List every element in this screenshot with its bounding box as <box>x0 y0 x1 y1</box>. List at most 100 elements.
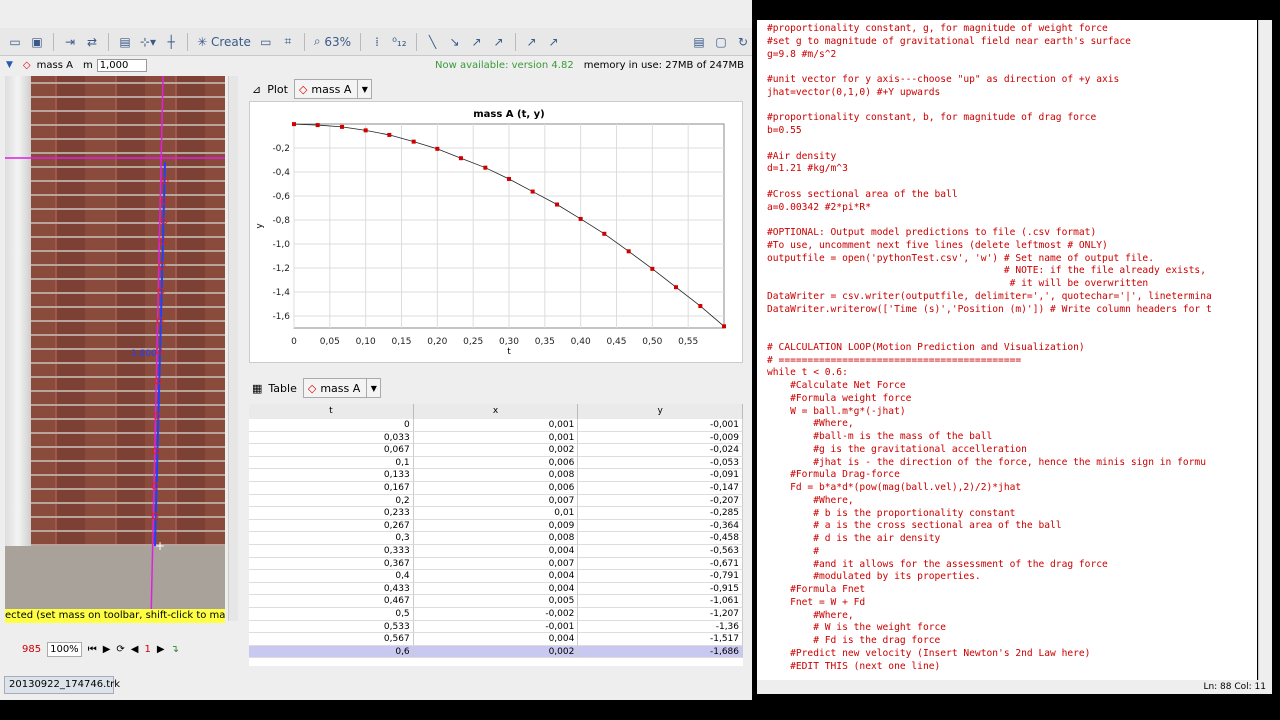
editor-scrollbar[interactable] <box>1258 20 1272 680</box>
code-line[interactable]: #g is the gravitational accelleration <box>767 444 1257 457</box>
table-row[interactable]: 0,567 0,004 -1,517 <box>249 633 743 646</box>
plot-track-selector[interactable]: ◇ mass A ▼ <box>293 79 373 99</box>
position-icon[interactable]: ↘ <box>446 32 464 52</box>
table-cell-y[interactable]: -0,091 <box>578 469 743 482</box>
table-cell-y[interactable]: -0,147 <box>578 481 743 495</box>
table-row[interactable]: 0,3 0,008 -0,458 <box>249 532 743 545</box>
code-line[interactable]: #Predict new velocity (Insert Newton's 2… <box>767 648 1257 661</box>
step-back-icon[interactable]: ◀ <box>131 644 139 655</box>
code-line[interactable]: DataWriter = csv.writer(outputfile, deli… <box>767 291 1257 304</box>
code-line[interactable]: # CALCULATION LOOP(Motion Prediction and… <box>767 342 1257 355</box>
code-line[interactable]: #ball-m is the mass of the ball <box>767 431 1257 444</box>
code-line[interactable]: #EDIT THIS (next one line) <box>767 661 1257 674</box>
column-header-x[interactable]: x <box>414 404 579 419</box>
code-line[interactable]: #unit vector for y axis---choose "up" as… <box>767 74 1257 87</box>
table-cell-x[interactable]: 0,007 <box>413 494 579 508</box>
code-line[interactable]: DataWriter.writerow(['Time (s)','Positio… <box>767 304 1257 317</box>
table-cell-t[interactable]: 0,133 <box>249 469 414 482</box>
version-notice[interactable]: Now available: version 4.82 <box>435 60 574 71</box>
code-line[interactable] <box>767 100 1257 113</box>
table-cell-y[interactable]: -1,36 <box>578 620 743 634</box>
table-row[interactable]: 0,4 0,004 -0,791 <box>249 570 743 583</box>
notes-icon[interactable]: ▤ <box>690 32 708 52</box>
table-row[interactable]: 0,5 -0,002 -1,207 <box>249 607 743 621</box>
video-scrollbar[interactable] <box>228 76 238 621</box>
table-cell-x[interactable]: 0,006 <box>413 456 579 470</box>
table-row[interactable]: 0,033 0,001 -0,009 <box>249 431 743 445</box>
code-line[interactable]: #Calculate Net Force <box>767 380 1257 393</box>
copy-icon[interactable]: ▢ <box>712 32 730 52</box>
code-line[interactable]: # Fd is the drag force <box>767 635 1257 648</box>
code-line[interactable]: #set g to magnitude of gravitational fie… <box>767 36 1257 49</box>
step-size[interactable]: 1 <box>144 644 150 655</box>
code-line[interactable]: b=0.55 <box>767 125 1257 138</box>
labels-icon[interactable]: ⁰₁₂ <box>390 32 408 52</box>
code-line[interactable]: #To use, uncomment next five lines (dele… <box>767 240 1257 253</box>
column-header-t[interactable]: t <box>249 404 414 419</box>
table-cell-t[interactable]: 0,333 <box>249 544 414 558</box>
table-cell-t[interactable]: 0,1 <box>249 456 414 470</box>
file-tab[interactable]: 20130922_174746.trk <box>4 676 120 694</box>
table-row[interactable]: 0,6 0,002 -1,686 <box>249 645 743 659</box>
table-cell-y[interactable]: -0,563 <box>578 544 743 558</box>
code-line[interactable] <box>767 214 1257 227</box>
code-line[interactable]: # NOTE: if the file already exists, <box>767 265 1257 278</box>
table-row[interactable]: 0,167 0,006 -0,147 <box>249 481 743 495</box>
table-row[interactable]: 0 0,001 -0,001 <box>249 419 743 432</box>
code-line[interactable]: #Formula Fnet <box>767 584 1257 597</box>
mass-field[interactable]: 1,000 <box>96 58 147 72</box>
code-line[interactable]: outputfile = open('pythonTest.csv', 'w')… <box>767 253 1257 266</box>
code-line[interactable]: # ======================================… <box>767 355 1257 368</box>
table-cell-x[interactable]: 0,004 <box>413 544 579 558</box>
code-line[interactable]: d=1.21 #kg/m^3 <box>767 163 1257 176</box>
code-line[interactable]: while t < 0.6: <box>767 367 1257 380</box>
table-cell-t[interactable]: 0,167 <box>249 481 414 495</box>
table-row[interactable]: 0,233 0,01 -0,285 <box>249 507 743 520</box>
table-row[interactable]: 0,367 0,007 -0,671 <box>249 557 743 571</box>
code-line[interactable] <box>767 138 1257 151</box>
vector-sum-icon[interactable]: ↗ <box>523 32 541 52</box>
table-row[interactable]: 0,533 -0,001 -1,36 <box>249 620 743 634</box>
table-cell-y[interactable]: -1,207 <box>578 607 743 621</box>
code-line[interactable] <box>767 176 1257 189</box>
table-row[interactable]: 0,1 0,006 -0,053 <box>249 456 743 470</box>
table-cell-t[interactable]: 0,567 <box>249 633 414 646</box>
code-line[interactable]: W = ball.m*g*(-jhat) <box>767 406 1257 419</box>
table-cell-x[interactable]: -0,001 <box>413 620 579 634</box>
code-line[interactable]: #jhat is - the direction of the force, h… <box>767 457 1257 470</box>
table-cell-x[interactable]: 0,004 <box>413 633 579 646</box>
table-cell-y[interactable]: -1,061 <box>578 595 743 608</box>
table-cell-y[interactable]: -0,024 <box>578 444 743 457</box>
table-cell-x[interactable]: 0,007 <box>413 557 579 571</box>
calibration-icon[interactable]: ⊹▾ <box>138 32 158 52</box>
trails-icon[interactable]: ⁞ <box>368 32 386 52</box>
table-row[interactable]: 0,067 0,002 -0,024 <box>249 444 743 457</box>
table-cell-t[interactable]: 0,267 <box>249 519 414 533</box>
plot-tab-label[interactable]: Plot <box>267 83 288 96</box>
table-cell-y[interactable]: -0,915 <box>578 582 743 596</box>
create-button[interactable]: ✳ Create <box>195 32 253 52</box>
track-control-icon[interactable]: ▭ <box>257 32 275 52</box>
table-cell-x[interactable]: 0,008 <box>413 469 579 482</box>
code-line[interactable]: #and it allows for the assessment of the… <box>767 559 1257 572</box>
table-cell-y[interactable]: -0,001 <box>578 419 743 432</box>
table-cell-t[interactable]: 0,033 <box>249 431 414 445</box>
acceleration-icon[interactable]: ↗ <box>490 32 508 52</box>
table-track-selector[interactable]: ◇ mass A ▼ <box>302 378 382 398</box>
table-cell-t[interactable]: 0,6 <box>249 645 414 659</box>
table-cell-x[interactable]: 0,006 <box>413 481 579 495</box>
table-cell-t[interactable]: 0,367 <box>249 557 414 571</box>
table-tab-label[interactable]: Table <box>268 382 296 395</box>
code-line[interactable]: # d is the air density <box>767 533 1257 546</box>
open-folder-icon[interactable]: ▭ <box>6 32 24 52</box>
refresh-icon[interactable]: ↻ <box>734 32 752 52</box>
table-cell-t[interactable]: 0,5 <box>249 607 414 621</box>
table-row[interactable]: 0,333 0,004 -0,563 <box>249 544 743 558</box>
table-cell-x[interactable]: 0,001 <box>413 431 579 445</box>
save-icon[interactable]: ▣ <box>28 32 46 52</box>
code-line[interactable]: #Formula weight force <box>767 393 1257 406</box>
center-of-mass-icon[interactable]: ↗ <box>545 32 563 52</box>
code-line[interactable]: #modulated by its properties. <box>767 571 1257 584</box>
table-cell-x[interactable]: 0,008 <box>413 532 579 545</box>
plot-icon[interactable]: ⊿ <box>252 83 261 96</box>
